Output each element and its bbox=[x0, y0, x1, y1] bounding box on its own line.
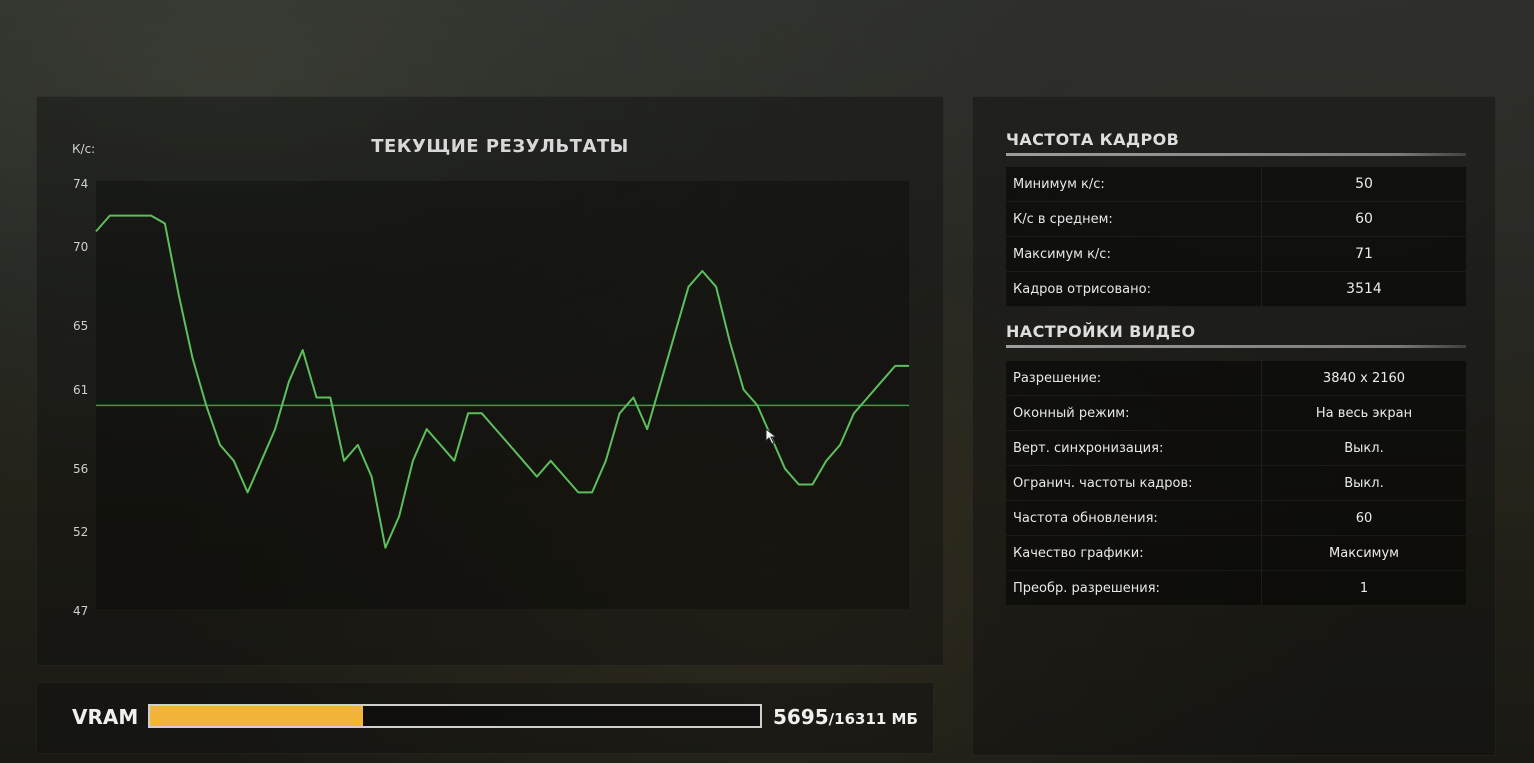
stats-row-value: 1 bbox=[1359, 580, 1369, 596]
video-settings-divider bbox=[1006, 345, 1466, 348]
video-settings-table: Разрешение: 3840 x 2160 Оконный режим: На в… bbox=[1006, 361, 1466, 606]
stats-row-value: Выкл. bbox=[1344, 475, 1384, 491]
stats-row-value: 60 bbox=[1355, 211, 1373, 227]
stats-row-value: 50 bbox=[1355, 176, 1373, 192]
stats-row-label: Частота обновления: bbox=[1006, 501, 1262, 535]
stats-row-label: Верт. синхронизация: bbox=[1006, 431, 1262, 465]
stats-row-label: Разрешение: bbox=[1006, 361, 1262, 395]
stats-row: К/с в среднем: 60 bbox=[1006, 202, 1466, 237]
stats-row-label: Оконный режим: bbox=[1006, 396, 1262, 430]
frame-rate-title: ЧАСТОТА КАДРОВ bbox=[1006, 130, 1180, 149]
stats-row: Верт. синхронизация: Выкл. bbox=[1006, 431, 1466, 466]
vram-usage-bar bbox=[148, 704, 762, 728]
stats-row-value: 3840 x 2160 bbox=[1322, 370, 1406, 386]
video-settings-title: НАСТРОЙКИ ВИДЕО bbox=[1006, 322, 1196, 341]
stats-row-value: Выкл. bbox=[1344, 440, 1384, 456]
stats-row: Преобр. разрешения: 1 bbox=[1006, 571, 1466, 606]
stats-row: Частота обновления: 60 bbox=[1006, 501, 1466, 536]
stats-row: Кадров отрисовано: 3514 bbox=[1006, 272, 1466, 307]
stats-row: Максимум к/с: 71 bbox=[1006, 237, 1466, 272]
stats-row: Разрешение: 3840 x 2160 bbox=[1006, 361, 1466, 396]
stats-row-value: На весь экран bbox=[1315, 405, 1413, 421]
vram-used-value: 5695 bbox=[773, 705, 829, 729]
stats-row-label: Минимум к/с: bbox=[1006, 167, 1262, 201]
mouse-cursor-icon bbox=[765, 428, 778, 445]
stats-row-label: Огранич. частоты кадров: bbox=[1006, 466, 1262, 500]
stats-row-label: Качество графики: bbox=[1006, 536, 1262, 570]
stats-row-value: Максимум bbox=[1329, 545, 1399, 561]
stats-row: Минимум к/с: 50 bbox=[1006, 167, 1466, 202]
stats-row-label: К/с в среднем: bbox=[1006, 202, 1262, 236]
stats-row-value: 71 bbox=[1355, 246, 1373, 262]
plot-area bbox=[96, 181, 909, 609]
stats-row: Качество графики: Максимум bbox=[1006, 536, 1466, 571]
stats-row: Оконный режим: На весь экран bbox=[1006, 396, 1466, 431]
stats-row-label: Максимум к/с: bbox=[1006, 237, 1262, 271]
vram-usage-fill bbox=[150, 706, 363, 726]
stats-row-label: Преобр. разрешения: bbox=[1006, 571, 1262, 605]
stats-row: Огранич. частоты кадров: Выкл. bbox=[1006, 466, 1466, 501]
frame-rate-table: Минимум к/с: 50 К/с в среднем: 60 Максимум к… bbox=[1006, 167, 1466, 307]
stats-row-value: 3514 bbox=[1346, 281, 1382, 297]
stats-row-label: Кадров отрисовано: bbox=[1006, 272, 1262, 306]
vram-label: VRAM bbox=[72, 705, 139, 729]
vram-total-value: /16311 МБ bbox=[828, 710, 918, 728]
stats-row-value: 60 bbox=[1355, 510, 1373, 526]
frame-rate-divider bbox=[1006, 153, 1466, 156]
vram-readout: 5695/16311 МБ bbox=[773, 705, 918, 729]
